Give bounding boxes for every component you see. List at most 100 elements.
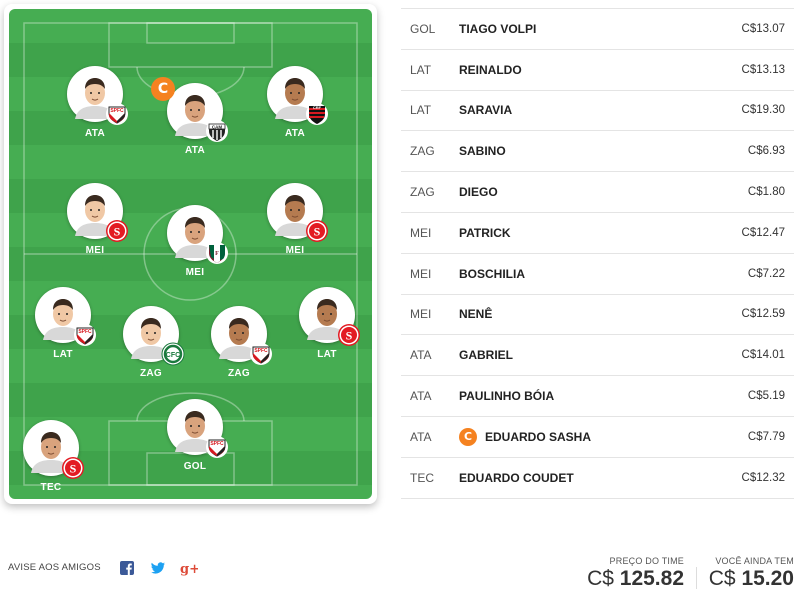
club-crest-cam-icon: CAM [205, 119, 229, 143]
lineup-player-name: DIEGO [459, 185, 704, 199]
svg-text:S: S [70, 462, 77, 476]
player-mei-right[interactable]: S MEI [260, 183, 330, 256]
svg-text:CAM: CAM [212, 124, 222, 129]
lineup-player-name-text: GABRIEL [459, 348, 513, 363]
lineup-position: ZAG [410, 185, 435, 200]
lineup-position: MEI [410, 266, 432, 281]
lineup-price: C$5.19 [747, 390, 785, 403]
player-position-label: GOL [183, 461, 207, 472]
club-crest-fla-icon: CRF [305, 102, 329, 126]
lineup-row[interactable]: ATA C EDUARDO SASHA C$7.79 [401, 417, 794, 458]
soccer-field: SPFC ATA CAM C ATA CRF ATA S MEI F MEI S MEI SPFC LAT C… [9, 9, 372, 499]
svg-text:SPFC: SPFC [78, 329, 92, 335]
lineup-price: C$19.30 [741, 104, 785, 117]
svg-text:S: S [314, 225, 321, 239]
team-price-value: C$ 125.82 [586, 567, 684, 591]
player-avatar[interactable]: SPFC [211, 306, 272, 365]
player-tec[interactable]: S TEC [16, 420, 86, 493]
club-crest-inter-icon: S [337, 323, 361, 347]
lineup-player-name: PATRICK [459, 226, 704, 240]
player-mei-center[interactable]: F MEI [160, 205, 230, 278]
team-price-label: PREÇO DO TIME [609, 556, 684, 566]
player-avatar[interactable]: F [167, 205, 228, 264]
player-ata-left[interactable]: SPFC ATA [60, 66, 130, 139]
club-crest-spfc-icon: SPFC [105, 102, 129, 126]
player-gol[interactable]: SPFC GOL [160, 399, 230, 472]
player-position-label: MEI [85, 245, 105, 256]
player-avatar[interactable]: S [299, 287, 360, 346]
lineup-price: C$14.01 [741, 349, 785, 362]
lineup-player-name-text: REINALDO [459, 62, 522, 77]
lineup-row[interactable]: ATA GABRIEL C$14.01 [401, 335, 794, 377]
lineup-player-name-text: NENÊ [459, 307, 493, 322]
lineup-player-name-text: EDUARDO SASHA [485, 429, 592, 444]
club-crest-flu-icon: F [205, 241, 229, 265]
lineup-position: ATA [410, 348, 432, 363]
player-avatar[interactable]: SPFC [167, 399, 228, 458]
player-avatar[interactable]: S [67, 183, 128, 242]
lineup-player-name-text: BOSCHILIA [459, 266, 525, 281]
lineup-position: ZAG [410, 144, 435, 159]
lineup-price: C$12.32 [741, 471, 785, 484]
player-position-label: LAT [317, 349, 337, 360]
player-avatar[interactable]: SPFC [67, 66, 128, 125]
lineup-price: C$6.93 [747, 145, 785, 158]
player-avatar[interactable]: CAM C [151, 77, 228, 142]
player-avatar[interactable]: CRF [267, 66, 328, 125]
lineup-row[interactable]: ZAG DIEGO C$1.80 [401, 172, 794, 213]
svg-text:F: F [215, 251, 219, 257]
player-avatar[interactable]: SPFC [35, 287, 96, 346]
remaining-balance: VOCÊ AINDA TEM C$ 15.20 [704, 556, 794, 591]
lineup-player-name-text: DIEGO [459, 185, 498, 200]
lineup-row[interactable]: GOL TIAGO VOLPI C$13.07 [401, 9, 794, 50]
player-avatar[interactable]: CFC [123, 306, 185, 366]
lineup-price: C$7.79 [747, 430, 785, 443]
team-price-amount: 125.82 [619, 567, 684, 590]
captain-badge-icon: C [151, 77, 175, 101]
player-ata-center[interactable]: CAM C ATA [151, 77, 230, 156]
club-crest-inter-icon: S [105, 219, 129, 243]
lineup-row[interactable]: MEI PATRICK C$12.47 [401, 213, 794, 254]
remaining-value: C$ 15.20 [704, 567, 794, 591]
remaining-currency: C$ [708, 567, 736, 590]
lineup-player-name: TIAGO VOLPI [459, 22, 704, 36]
facebook-icon[interactable] [119, 560, 135, 576]
lineup-price: C$7.22 [747, 267, 785, 280]
team-price: PREÇO DO TIME C$ 125.82 [586, 556, 684, 591]
lineup-position: MEI [410, 307, 432, 322]
lineup-row[interactable]: ZAG SABINO C$6.93 [401, 131, 794, 173]
twitter-icon[interactable] [150, 560, 166, 576]
player-lat-left[interactable]: SPFC LAT [28, 287, 98, 360]
lineup-player-name: NENÊ [459, 307, 704, 321]
lineup-row[interactable]: MEI NENÊ C$12.59 [401, 295, 794, 336]
share-label: AVISE AOS AMIGOS [8, 562, 101, 573]
lineup-player-name: SABINO [459, 144, 704, 158]
lineup-row[interactable]: TEC EDUARDO COUDET C$12.32 [401, 458, 794, 499]
lineup-row[interactable]: LAT SARAVIA C$19.30 [401, 91, 794, 132]
field-card: SPFC ATA CAM C ATA CRF ATA S MEI F MEI S MEI SPFC LAT C… [4, 4, 377, 504]
player-ata-right[interactable]: CRF ATA [260, 66, 330, 139]
player-zag-right[interactable]: SPFC ZAG [204, 306, 274, 379]
lineup-player-name-text: PATRICK [459, 225, 511, 240]
lineup-price: C$12.59 [741, 308, 785, 321]
player-position-label: TEC [40, 482, 62, 493]
google-plus-icon[interactable]: g+ [180, 560, 200, 577]
player-position-label: MEI [185, 267, 205, 278]
player-zag-left[interactable]: CFC ZAG [116, 306, 186, 379]
player-avatar[interactable]: S [267, 183, 328, 242]
player-mei-left[interactable]: S MEI [60, 183, 130, 256]
lineup-row[interactable]: MEI BOSCHILIA C$7.22 [401, 254, 794, 295]
lineup-player-name: SARAVIA [459, 103, 704, 117]
lineup-price: C$13.13 [741, 63, 785, 76]
club-crest-spfc-icon: SPFC [249, 342, 273, 366]
club-crest-cfc-icon: CFC [161, 342, 185, 366]
player-position-label: ZAG [227, 368, 250, 379]
lineup-row[interactable]: ATA PAULINHO BÓIA C$5.19 [401, 376, 794, 417]
lineup-row[interactable]: LAT REINALDO C$13.13 [401, 50, 794, 91]
player-avatar[interactable]: S [23, 420, 84, 479]
player-lat-right[interactable]: S LAT [292, 287, 362, 360]
club-crest-spfc-icon: SPFC [205, 435, 229, 459]
lineup-position: MEI [410, 225, 432, 240]
player-position-label: ATA [85, 128, 105, 139]
svg-text:g+: g+ [180, 562, 198, 576]
